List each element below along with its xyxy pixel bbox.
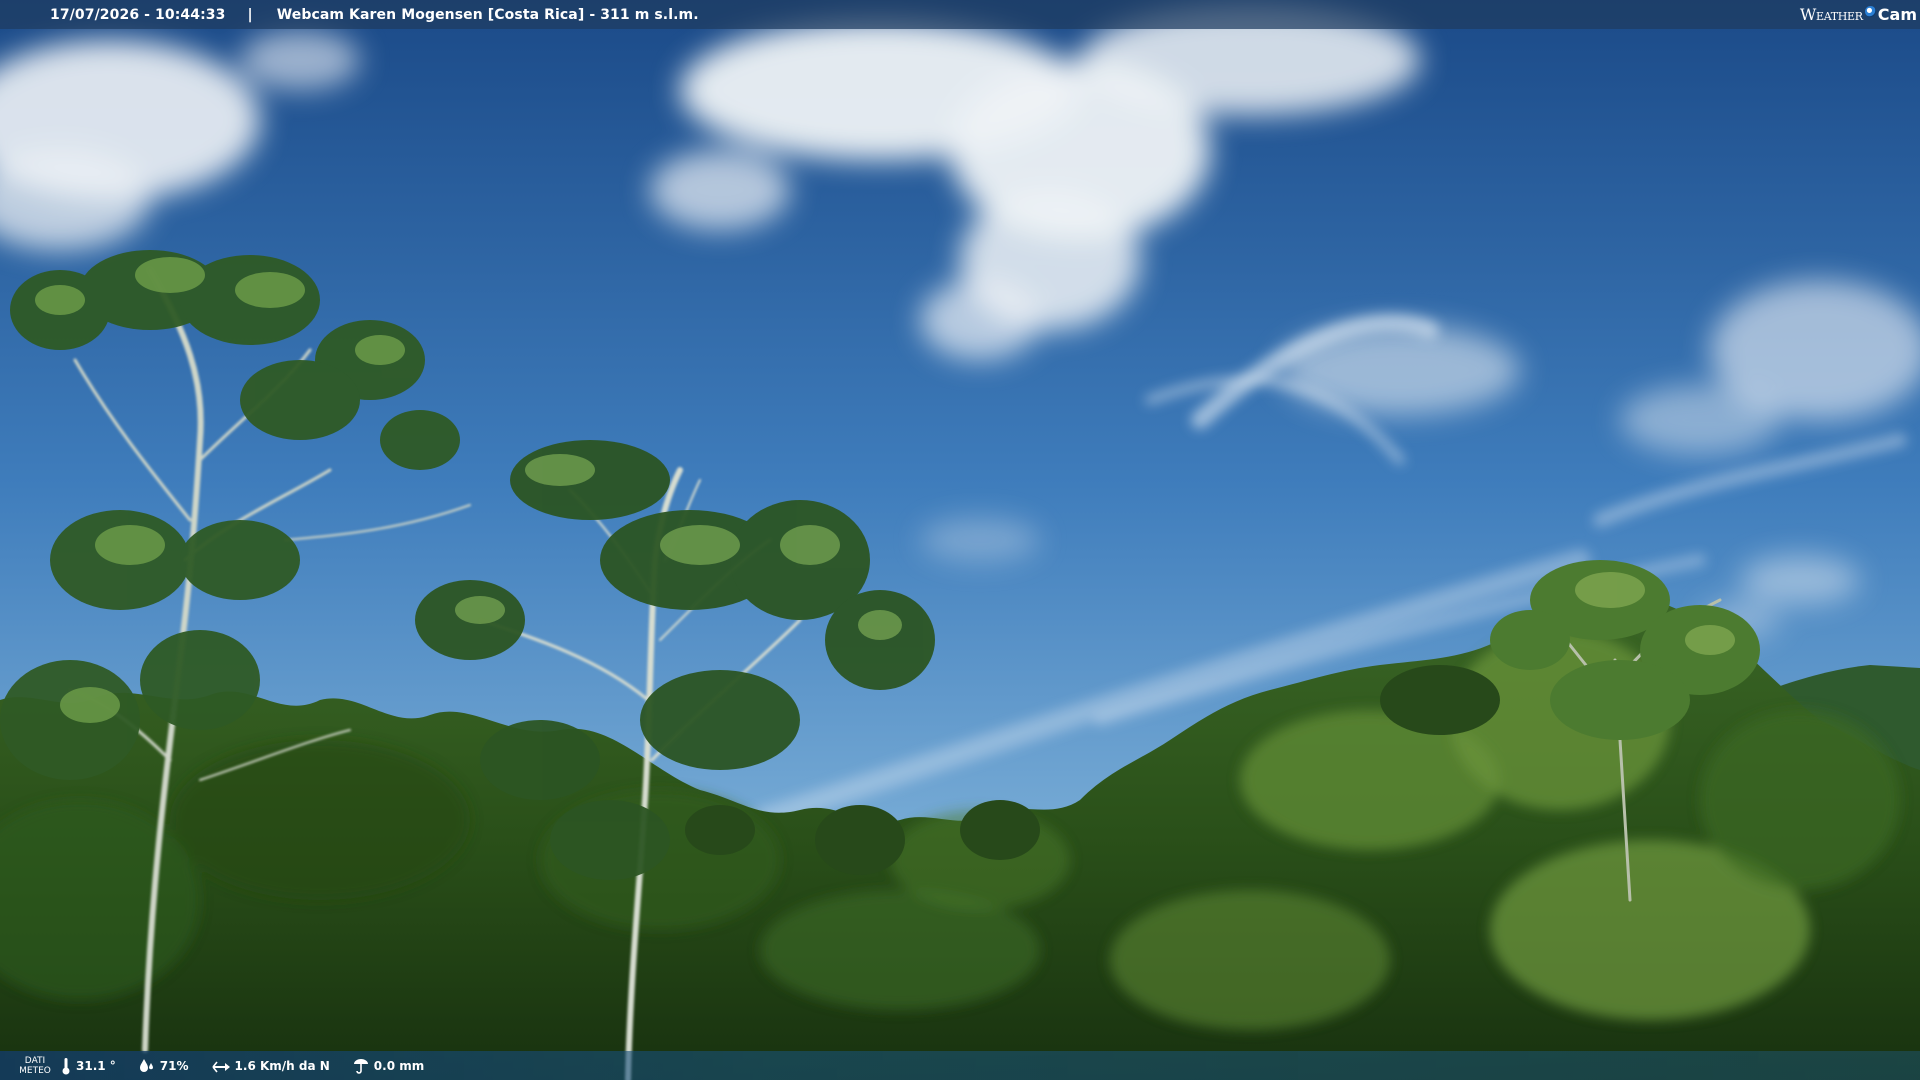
weather-data-label: DATI METEO (10, 1056, 60, 1076)
temperature-value: 31.1 ° (76, 1058, 116, 1073)
rain-value: 0.0 mm (373, 1058, 425, 1073)
logo-text-cam: Cam (1877, 4, 1917, 24)
logo-text-weather: Weather (1799, 4, 1863, 24)
weather-data-label-line2: METEO (19, 1065, 51, 1076)
wind-value: 1.6 Km/h da N (234, 1058, 330, 1073)
station-title: Webcam Karen Mogensen [Costa Rica] - 311… (276, 6, 699, 23)
humidity-reading: 71% (138, 1058, 189, 1074)
droplet-icon (139, 1058, 153, 1072)
weathercam-logo: Weather Cam (1800, 3, 1917, 25)
humidity-value: 71% (159, 1058, 189, 1073)
camera-lens-icon (1864, 5, 1876, 17)
rain-reading: 0.0 mm (352, 1058, 424, 1074)
timestamp: 17/07/2026 - 10:44:33 (50, 6, 226, 23)
webcam-frame: 17/07/2026 - 10:44:33 | Webcam Karen Mog… (0, 0, 1920, 1080)
info-header: 17/07/2026 - 10:44:33 | Webcam Karen Mog… (0, 0, 1920, 29)
weather-data-bar: DATI METEO 31.1 ° 71% 1.6 Km/h da N 0.0 … (0, 1051, 1920, 1080)
header-separator: | (247, 6, 253, 23)
rain-gauge-icon (353, 1058, 368, 1074)
wind-vane-icon (211, 1061, 230, 1072)
thermometer-icon (62, 1057, 70, 1074)
weather-data-label-line1: DATI (24, 1055, 46, 1066)
webcam-image (0, 0, 1920, 1080)
wind-reading: 1.6 Km/h da N (211, 1058, 330, 1074)
temperature-reading: 31.1 ° (60, 1057, 116, 1075)
